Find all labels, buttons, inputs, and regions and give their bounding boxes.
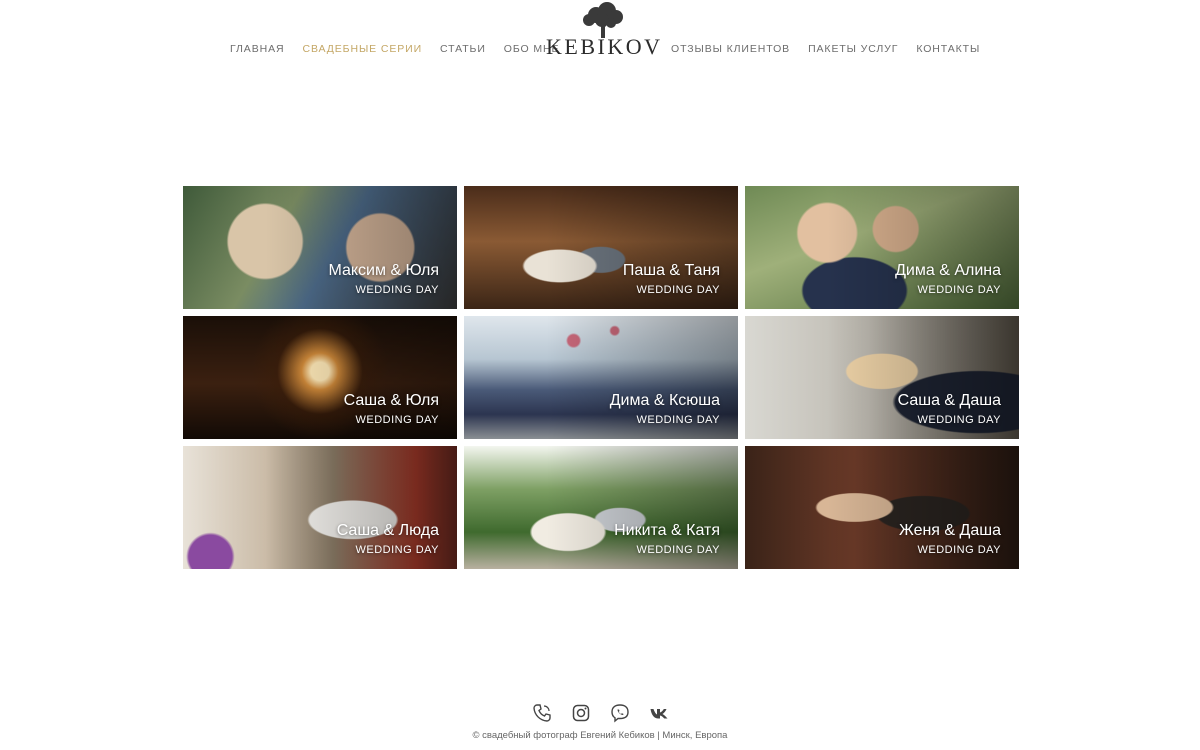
card-title: Саша & Люда <box>336 522 439 539</box>
card-subtitle: WEDDING DAY <box>917 544 1001 556</box>
card-subtitle: WEDDING DAY <box>636 284 720 296</box>
logo-text: KEBIKOV <box>546 34 663 59</box>
gallery-card[interactable]: Саша & Даша WEDDING DAY <box>745 316 1019 439</box>
nav-item-articles[interactable]: СТАТЬИ <box>440 43 486 55</box>
nav-right: ОТЗЫВЫ КЛИЕНТОВ ПАКЕТЫ УСЛУГ КОНТАКТЫ <box>671 43 980 55</box>
gallery-card[interactable]: Дима & Ксюша WEDDING DAY <box>464 316 738 439</box>
nav-item-reviews[interactable]: ОТЗЫВЫ КЛИЕНТОВ <box>671 43 790 55</box>
vk-icon[interactable] <box>649 703 669 723</box>
card-subtitle: WEDDING DAY <box>636 414 720 426</box>
gallery-card[interactable]: Саша & Юля WEDDING DAY <box>183 316 457 439</box>
nav-item-home[interactable]: ГЛАВНАЯ <box>230 43 284 55</box>
card-subtitle: WEDDING DAY <box>636 544 720 556</box>
card-subtitle: WEDDING DAY <box>917 284 1001 296</box>
gallery-card[interactable]: Дима & Алина WEDDING DAY <box>745 186 1019 309</box>
viber-icon[interactable] <box>610 703 630 723</box>
site-logo[interactable]: KEBIKOV <box>546 2 663 62</box>
card-subtitle: WEDDING DAY <box>355 284 439 296</box>
nav-left: ГЛАВНАЯ СВАДЕБНЫЕ СЕРИИ СТАТЬИ ОБО МНЕ <box>230 43 559 55</box>
card-title: Женя & Даша <box>898 522 1001 539</box>
card-subtitle: WEDDING DAY <box>355 544 439 556</box>
copyright-text: © свадебный фотограф Евгений Кебиков | М… <box>472 730 728 741</box>
gallery-card[interactable]: Максим & Юля WEDDING DAY <box>183 186 457 309</box>
card-title: Паша & Таня <box>622 262 720 279</box>
nav-item-packages[interactable]: ПАКЕТЫ УСЛУГ <box>808 43 898 55</box>
gallery-card[interactable]: Женя & Даша WEDDING DAY <box>745 446 1019 569</box>
phone-icon[interactable] <box>532 703 552 723</box>
gallery-card[interactable]: Саша & Люда WEDDING DAY <box>183 446 457 569</box>
gallery-card[interactable]: Никита & Катя WEDDING DAY <box>464 446 738 569</box>
social-links <box>532 703 669 723</box>
card-title: Дима & Ксюша <box>609 392 720 409</box>
card-title: Саша & Даша <box>897 392 1001 409</box>
instagram-icon[interactable] <box>571 703 591 723</box>
tree-icon <box>583 2 623 38</box>
card-title: Максим & Юля <box>328 262 439 279</box>
card-subtitle: WEDDING DAY <box>917 414 1001 426</box>
card-title: Дима & Алина <box>895 262 1001 279</box>
card-title: Саша & Юля <box>343 392 439 409</box>
site-header: ГЛАВНАЯ СВАДЕБНЫЕ СЕРИИ СТАТЬИ ОБО МНЕ K… <box>0 0 1200 80</box>
gallery-card[interactable]: Паша & Таня WEDDING DAY <box>464 186 738 309</box>
nav-item-contacts[interactable]: КОНТАКТЫ <box>916 43 980 55</box>
card-title: Никита & Катя <box>614 522 720 539</box>
wedding-gallery: Максим & Юля WEDDING DAY Паша & Таня WED… <box>183 186 1019 569</box>
card-subtitle: WEDDING DAY <box>355 414 439 426</box>
nav-item-wedding-series[interactable]: СВАДЕБНЫЕ СЕРИИ <box>302 43 422 55</box>
